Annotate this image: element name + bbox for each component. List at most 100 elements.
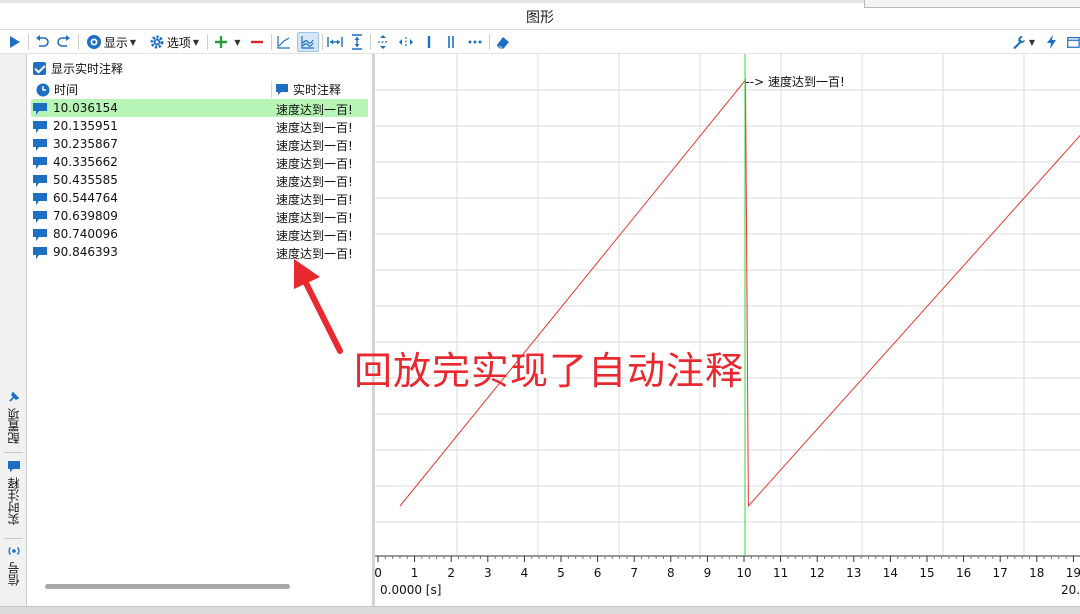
column-header-note[interactable]: 实时注释 <box>275 81 341 98</box>
toolbar: 显示 ▼ 选项 ▼ ▼ ▼ <box>0 30 1080 54</box>
annotation-table-header: 时间 实时注释 <box>31 81 368 98</box>
plus-icon <box>215 36 228 48</box>
zoom-out-button[interactable] <box>396 32 416 52</box>
chart-svg[interactable]: 0 1 2 3 4 5 6 7 8 9 10 11 12 13 14 15 16 17 18 190.0000 [s]… <box>375 54 1080 606</box>
wrench-icon <box>1012 36 1025 49</box>
options-menu-button[interactable]: 选项 ▼ <box>144 32 204 52</box>
remove-signal-button[interactable] <box>247 32 267 52</box>
annotation-row[interactable]: 60.544764 速度达到一百! <box>31 189 368 207</box>
annotation-row[interactable]: 10.036154 速度达到一百! <box>31 99 368 117</box>
line-chart-icon <box>277 36 290 49</box>
annotation-time: 70.639809 <box>53 209 118 223</box>
clear-button[interactable] <box>492 32 514 52</box>
annotation-time: 50.435585 <box>53 173 118 187</box>
fit-vertical-button[interactable] <box>347 32 367 52</box>
x-axis-tick-label: 8 <box>667 566 675 580</box>
column-header-time[interactable]: 时间 <box>36 81 78 98</box>
annotation-row[interactable]: 40.335662 速度达到一百! <box>31 153 368 171</box>
tab-config-label: 配置项 <box>7 408 21 444</box>
multi-line-chart-icon <box>301 36 314 49</box>
gear-icon <box>150 35 164 49</box>
comment-icon <box>7 461 20 472</box>
display-menu-button[interactable]: 显示 ▼ <box>82 32 140 52</box>
display-icon <box>86 35 101 49</box>
cursor-line-icon <box>427 36 431 48</box>
chart-cursor-layer[interactable]: --> 速度达到一百! <box>744 54 845 556</box>
x-axis-tick-label: 7 <box>630 566 638 580</box>
trigger-button[interactable] <box>1042 32 1062 52</box>
single-cursor-button[interactable] <box>420 32 438 52</box>
window-layout-button[interactable] <box>1066 32 1080 52</box>
x-axis-tick-label: 17 <box>993 566 1008 580</box>
title-bar: 图形 <box>0 0 1080 30</box>
tab-signal-label: 信号 <box>7 562 21 586</box>
x-axis-tick-label: 10 <box>736 566 751 580</box>
tools-menu-button[interactable]: ▼ <box>1010 32 1036 52</box>
multi-axis-button[interactable] <box>297 32 319 52</box>
annotation-time: 30.235867 <box>53 137 118 151</box>
annotation-note: 速度达到一百! <box>276 157 353 171</box>
annotation-time: 10.036154 <box>53 101 118 115</box>
lightning-icon <box>1047 35 1056 49</box>
redo-button[interactable] <box>54 32 74 52</box>
fit-horizontal-button[interactable] <box>325 32 345 52</box>
compress-horizontal-icon <box>399 37 413 47</box>
more-button[interactable] <box>464 32 486 52</box>
signal-icon <box>7 547 20 555</box>
chevron-down-icon: ▼ <box>1028 37 1036 47</box>
chart-series <box>399 78 1080 508</box>
annotation-note: 速度达到一百! <box>276 121 353 135</box>
undo-icon <box>36 35 49 47</box>
annotation-note: 速度达到一百! <box>276 211 353 225</box>
annotation-row[interactable]: 30.235867 速度达到一百! <box>31 135 368 153</box>
title-bar-top-edge <box>0 0 864 3</box>
single-axis-button[interactable] <box>274 32 294 52</box>
more-dots-icon <box>468 40 482 44</box>
x-axis-tick-label: 0 <box>375 566 382 580</box>
chevron-down-icon: ▼ <box>129 37 137 47</box>
undo-button[interactable] <box>32 32 52 52</box>
zoom-in-button[interactable] <box>373 32 393 52</box>
tab-signal[interactable]: 信号 <box>2 544 25 586</box>
x-axis-tick-label: 2 <box>447 566 455 580</box>
x-axis-tick-label: 19 <box>1066 566 1080 580</box>
window-icon <box>1067 37 1080 48</box>
annotation-note: 速度达到一百! <box>276 139 353 153</box>
tab-config[interactable]: 配置项 <box>2 390 25 444</box>
show-realtime-toggle[interactable]: 显示实时注释 <box>33 60 123 77</box>
x-axis-tick-label: 16 <box>956 566 971 580</box>
column-header-time-label: 时间 <box>54 83 79 97</box>
show-realtime-checkbox[interactable] <box>33 62 46 75</box>
comment-icon <box>32 246 48 263</box>
column-header-note-label: 实时注释 <box>293 83 342 97</box>
annotation-row[interactable]: 50.435585 速度达到一百! <box>31 171 368 189</box>
x-axis-tick-label: 4 <box>521 566 529 580</box>
clock-icon <box>36 83 50 96</box>
app-window: 图形 显示 ▼ 选项 ▼ ▼ ▼ 配置项 实时注释 信号 显示实时注释 时间 实… <box>0 0 1080 614</box>
compress-vertical-icon <box>378 35 388 49</box>
annotation-row[interactable]: 20.135951 速度达到一百! <box>31 117 368 135</box>
tab-realtime-notes-label: 实时注释 <box>7 477 21 525</box>
double-cursor-icon <box>448 36 454 48</box>
tab-realtime-notes[interactable]: 实时注释 <box>2 459 25 525</box>
chart-area[interactable]: 0 1 2 3 4 5 6 7 8 9 10 11 12 13 14 15 16 17 18 19 0.0000 [s]… <box>375 54 1080 606</box>
side-tab-strip: 配置项 实时注释 信号 <box>0 54 27 606</box>
x-axis-tick-label: 3 <box>484 566 492 580</box>
annotation-row[interactable]: 70.639809 速度达到一百! <box>31 207 368 225</box>
x-axis-tick-label: 18 <box>1029 566 1044 580</box>
chart-x-axis: 0 1 2 3 4 5 6 7 8 9 10 11 12 13 14 15 16 17 18 190.0000 [s]… <box>375 555 1080 597</box>
x-axis-tick-label: 12 <box>810 566 825 580</box>
x-axis-tick-label: 6 <box>594 566 602 580</box>
x-axis-tick-label: 13 <box>846 566 861 580</box>
annotation-time: 60.544764 <box>53 191 118 205</box>
annotation-note: 速度达到一百! <box>276 229 353 243</box>
play-button[interactable] <box>6 32 24 52</box>
annotation-row[interactable]: 80.740096 速度达到一百! <box>31 225 368 243</box>
x-axis-tick-label: 9 <box>704 566 712 580</box>
x-axis-tick-label: 11 <box>773 566 788 580</box>
horizontal-scrollbar[interactable] <box>45 584 290 589</box>
add-signal-button[interactable]: ▼ <box>210 32 244 52</box>
double-cursor-button[interactable] <box>442 32 460 52</box>
x-axis-end-label: 20.0 <box>1061 583 1080 597</box>
annotation-time: 40.335662 <box>53 155 118 169</box>
